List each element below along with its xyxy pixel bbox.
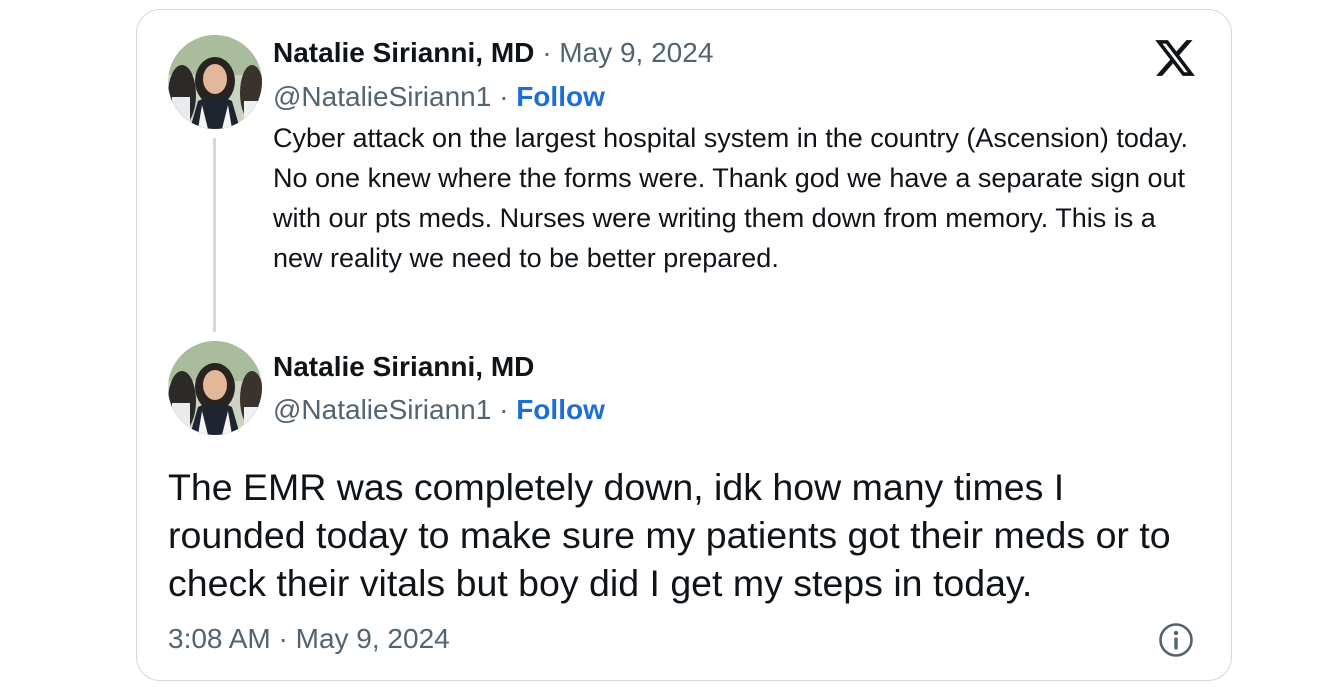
author-handle[interactable]: @NatalieSiriann1 xyxy=(273,81,491,112)
separator-dot: · xyxy=(499,394,509,425)
avatar[interactable] xyxy=(168,35,262,129)
quoted-tweet-header: Natalie Sirianni, MD · May 9, 2024 xyxy=(273,37,713,69)
thread-connector-line xyxy=(213,138,216,332)
separator-dot: · xyxy=(542,37,552,68)
main-tweet-header: Natalie Sirianni, MD xyxy=(273,351,534,383)
main-tweet-handle-row: @NatalieSiriann1 · Follow xyxy=(273,394,605,426)
x-logo-icon[interactable] xyxy=(1152,36,1198,80)
info-icon[interactable] xyxy=(1158,622,1194,658)
main-tweet-text: The EMR was completely down, idk how man… xyxy=(168,466,1171,604)
avatar[interactable] xyxy=(168,341,262,435)
quoted-tweet-handle-row: @NatalieSiriann1 · Follow xyxy=(273,81,605,113)
tweet-date[interactable]: May 9, 2024 xyxy=(559,37,713,68)
author-name[interactable]: Natalie Sirianni, MD xyxy=(273,351,534,382)
author-handle[interactable]: @NatalieSiriann1 xyxy=(273,394,491,425)
author-name[interactable]: Natalie Sirianni, MD xyxy=(273,37,534,68)
follow-button[interactable]: Follow xyxy=(516,81,605,112)
tweet-timestamp[interactable]: 3:08 AM · May 9, 2024 xyxy=(168,623,450,655)
separator-dot: · xyxy=(499,81,509,112)
quoted-tweet-text: Cyber attack on the largest hospital sys… xyxy=(273,123,1188,273)
follow-button[interactable]: Follow xyxy=(516,394,605,425)
